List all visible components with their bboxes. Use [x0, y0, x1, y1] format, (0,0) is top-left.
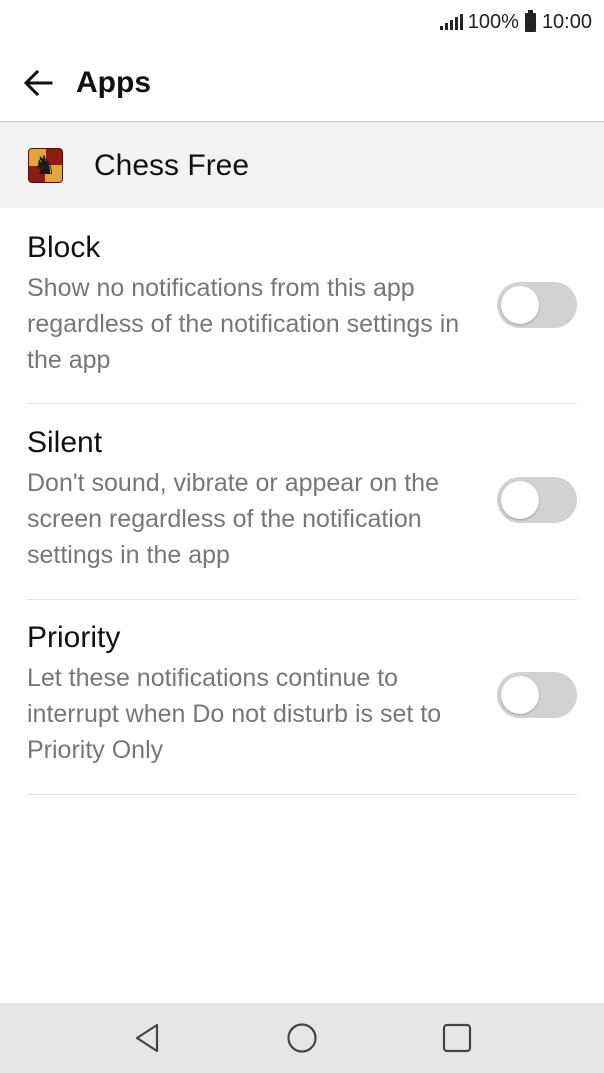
recents-square-icon [442, 1023, 472, 1053]
battery-percent: 100% [467, 10, 519, 33]
back-arrow-icon [23, 69, 53, 96]
app-bar: Apps [0, 44, 604, 122]
status-bar: 100% 10:00 [0, 0, 604, 44]
back-button[interactable] [0, 44, 76, 122]
block-toggle[interactable] [497, 282, 577, 328]
battery-icon [524, 9, 536, 32]
setting-block[interactable]: Block Show no notifications from this ap… [27, 230, 577, 404]
setting-silent[interactable]: Silent Don't sound, vibrate or appear on… [27, 425, 577, 600]
toggle-knob [501, 481, 539, 519]
signal-icon [439, 14, 463, 30]
toggle-knob [501, 286, 539, 324]
page-title: Apps [76, 65, 151, 99]
nav-recents-button[interactable] [417, 1003, 497, 1073]
setting-title: Priority [27, 621, 121, 654]
back-triangle-icon [135, 1023, 159, 1053]
setting-priority[interactable]: Priority Let these notifications continu… [27, 620, 577, 795]
setting-description: Show no notifications from this app rega… [27, 274, 460, 374]
navigation-bar [0, 1003, 604, 1073]
setting-title: Silent [27, 426, 103, 459]
app-name: Chess Free [94, 148, 250, 182]
chess-app-icon: ♞ [28, 148, 63, 183]
setting-title: Block [27, 231, 101, 264]
nav-back-button[interactable] [107, 1003, 187, 1073]
clock: 10:00 [541, 10, 592, 33]
nav-home-button[interactable] [262, 1003, 342, 1073]
home-circle-icon [287, 1023, 317, 1053]
priority-toggle[interactable] [497, 672, 577, 718]
app-header-row: ♞ Chess Free [0, 123, 604, 208]
toggle-knob [501, 676, 539, 714]
setting-description: Don't sound, vibrate or appear on the sc… [27, 469, 439, 569]
setting-description: Let these notifications continue to inte… [27, 664, 442, 764]
silent-toggle[interactable] [497, 477, 577, 523]
